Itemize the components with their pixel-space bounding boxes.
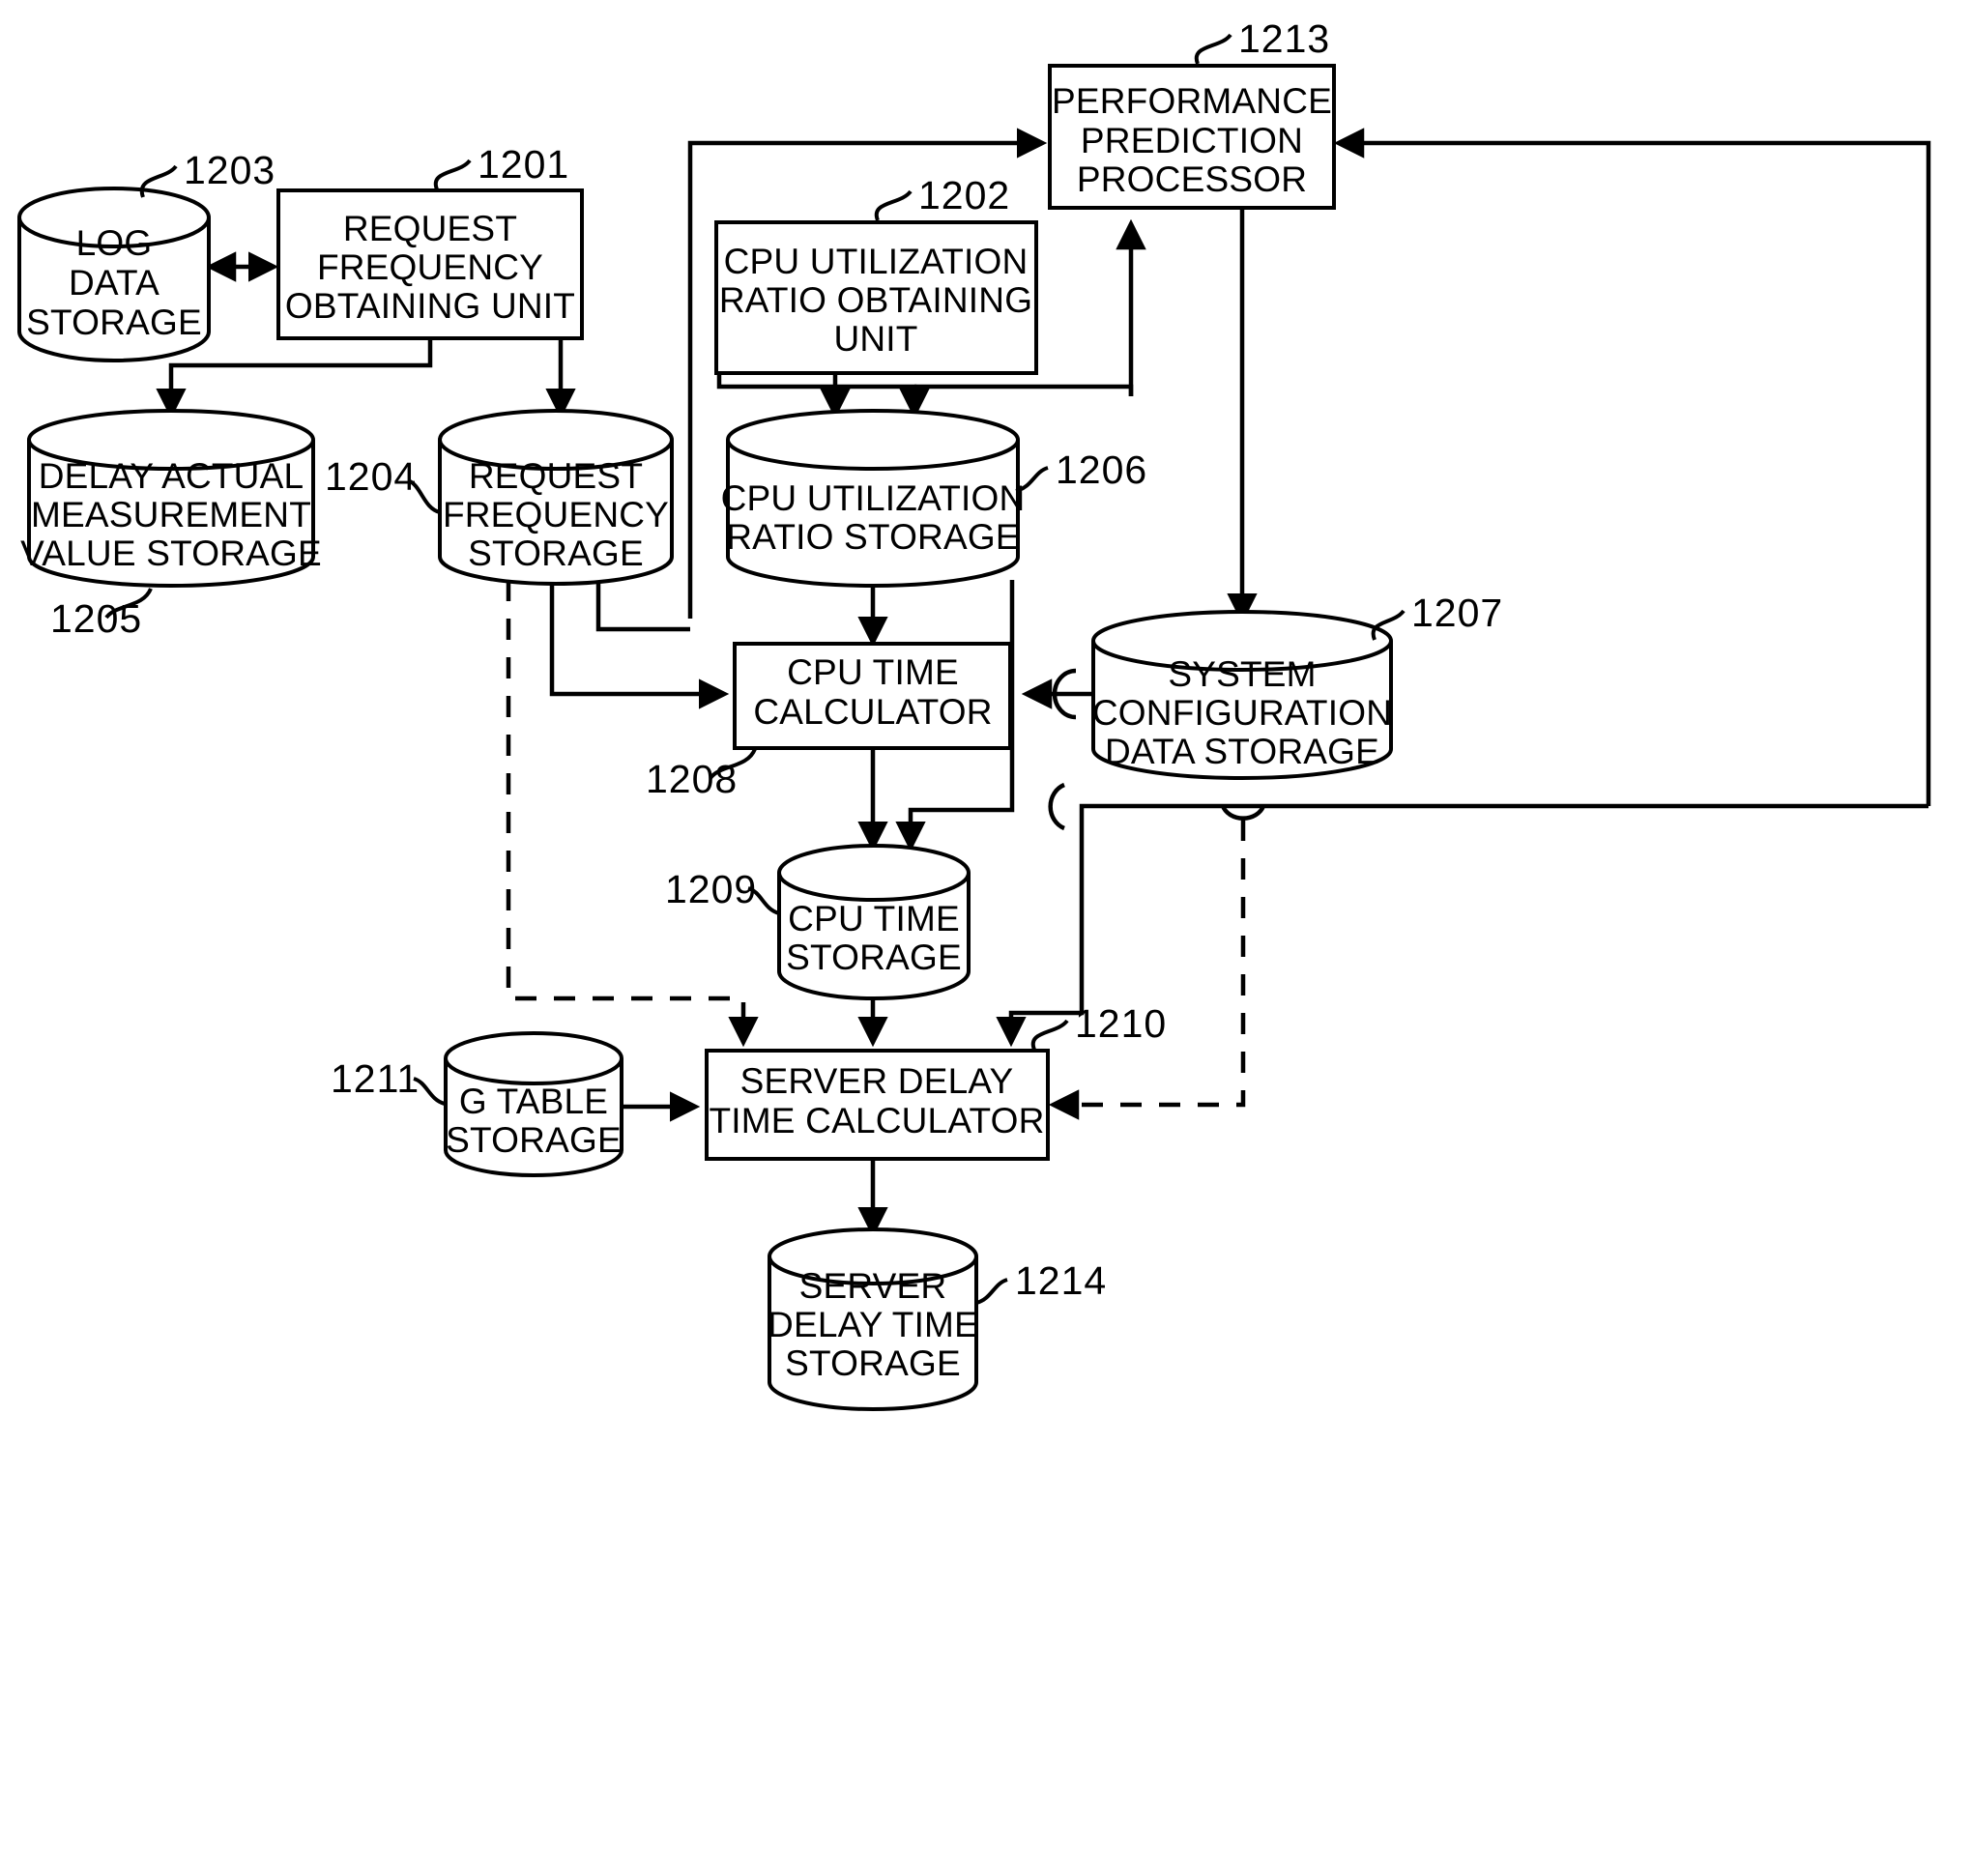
- node-label: CALCULATOR: [753, 692, 992, 732]
- node-label: MEASUREMENT: [31, 495, 311, 534]
- node-label: RATIO STORAGE: [726, 517, 1019, 557]
- connector-request-freq-storage-dashed-to-server-delay: [506, 580, 759, 1048]
- ref-label-1203: 1203: [184, 148, 275, 192]
- node-label: STORAGE: [786, 938, 962, 977]
- node-label: PERFORMANCE: [1052, 81, 1332, 121]
- ref-label-1211: 1211: [331, 1056, 420, 1101]
- node-label: TIME CALCULATOR: [709, 1101, 1044, 1140]
- leader-1203: 1203: [139, 148, 275, 198]
- ref-label-1213: 1213: [1238, 16, 1330, 61]
- ref-label-1201: 1201: [478, 142, 569, 187]
- node-label: SERVER: [799, 1266, 947, 1306]
- leader-1202: 1202: [874, 173, 1010, 221]
- node-label: DATA: [69, 263, 159, 303]
- connector-cpu-util-storage-right-up: [914, 384, 1134, 396]
- node-label: STORAGE: [785, 1343, 961, 1383]
- connector-sysconfig-to-cpu-time-calc: [1021, 668, 1093, 720]
- node-request-frequency-storage[interactable]: REQUEST FREQUENCY STORAGE: [438, 409, 674, 586]
- leader-1204: 1204: [325, 454, 441, 514]
- leader-1206: 1206: [1015, 447, 1147, 493]
- leader-1210: 1210: [1030, 1001, 1167, 1051]
- connector-request-freq-unit-to-storages: [156, 338, 576, 419]
- node-server-delay-time-storage[interactable]: SERVER DELAY TIME STORAGE: [768, 1227, 978, 1411]
- patent-figure: 1201 REQUEST FREQUENCY OBTAINING UNIT --…: [0, 0, 1971, 1876]
- node-log-data-storage[interactable]: LOG DATA STORAGE: [17, 187, 211, 362]
- connector-right-loop-to-perf-processor: [1333, 128, 1931, 806]
- leader-1205: 1205: [50, 588, 153, 641]
- leader-1213: 1213: [1194, 16, 1330, 65]
- node-label: OBTAINING UNIT: [285, 286, 575, 326]
- node-label: RATIO OBTAINING: [719, 280, 1032, 320]
- ref-label-1205: 1205: [50, 596, 142, 641]
- leader-1209: 1209: [665, 867, 780, 915]
- node-request-frequency-obtaining-unit[interactable]: REQUEST FREQUENCY OBTAINING UNIT: [276, 188, 584, 340]
- ref-label-1202: 1202: [918, 173, 1010, 217]
- leader-1208: 1208: [646, 748, 757, 801]
- node-label: STORAGE: [26, 303, 202, 342]
- node-label: FREQUENCY: [317, 247, 543, 287]
- node-cpu-time-calculator[interactable]: CPU TIME CALCULATOR: [733, 642, 1012, 750]
- ref-label-1208: 1208: [646, 757, 738, 801]
- node-label: CPU UTILIZATION: [721, 478, 1026, 518]
- connector-request-freq-storage-to-cpu-time-calc: [549, 580, 730, 709]
- node-cpu-utilization-ratio-storage[interactable]: CPU UTILIZATION RATIO STORAGE: [721, 409, 1026, 588]
- node-label: STORAGE: [468, 534, 644, 573]
- node-label: SYSTEM: [1168, 654, 1316, 694]
- figure-canvas: 1201 REQUEST FREQUENCY OBTAINING UNIT --…: [17, 16, 1931, 1411]
- node-label: LOG: [76, 223, 153, 263]
- ref-label-1206: 1206: [1056, 447, 1147, 492]
- node-label: PREDICTION: [1081, 121, 1303, 160]
- connector-cpu-util-unit-to-cpu-util-storage: [716, 373, 930, 419]
- ref-label-1209: 1209: [665, 867, 757, 911]
- node-cpu-utilization-ratio-obtaining-unit[interactable]: CPU UTILIZATION RATIO OBTAINING UNIT: [714, 220, 1038, 375]
- node-label: FREQUENCY: [443, 495, 669, 534]
- ref-label-1210: 1210: [1075, 1001, 1167, 1046]
- node-label: SERVER DELAY: [740, 1061, 1014, 1101]
- leader-1211: 1211: [331, 1056, 446, 1106]
- leader-1207: 1207: [1371, 591, 1503, 641]
- ref-label-1214: 1214: [1015, 1258, 1107, 1303]
- node-delay-actual-measurement-value-storage[interactable]: DELAY ACTUAL MEASUREMENT VALUE STORAGE: [20, 409, 322, 588]
- node-server-delay-time-calculator[interactable]: SERVER DELAY TIME CALCULATOR: [705, 1049, 1050, 1161]
- node-label: CPU UTILIZATION: [724, 242, 1029, 281]
- node-label: CONFIGURATION: [1092, 693, 1392, 733]
- node-label: DELAY ACTUAL: [39, 456, 304, 496]
- node-system-configuration-data-storage[interactable]: SYSTEM CONFIGURATION DATA STORAGE: [1091, 610, 1393, 780]
- leader-1214: 1214: [975, 1258, 1107, 1305]
- node-label: REQUEST: [343, 209, 517, 248]
- node-cpu-time-storage[interactable]: CPU TIME STORAGE: [777, 844, 971, 1000]
- node-label: REQUEST: [469, 456, 643, 496]
- node-label: DATA STORAGE: [1105, 732, 1379, 771]
- node-label: UNIT: [833, 319, 917, 359]
- node-label: DELAY TIME: [768, 1305, 978, 1344]
- node-label: G TABLE: [459, 1082, 608, 1121]
- connector-request-freq-storage-right-riser: [595, 580, 690, 632]
- node-label: CPU TIME: [787, 652, 959, 692]
- ref-label-1207: 1207: [1411, 591, 1503, 635]
- node-label: CPU TIME: [788, 899, 960, 938]
- node-performance-prediction-processor[interactable]: PERFORMANCE PREDICTION PROCESSOR: [1048, 64, 1336, 210]
- leader-1201: 1201: [433, 142, 569, 190]
- node-g-table-storage[interactable]: G TABLE STORAGE: [444, 1031, 623, 1177]
- ref-label-1204: 1204: [325, 454, 417, 499]
- node-label: STORAGE: [446, 1120, 622, 1160]
- node-label: VALUE STORAGE: [20, 534, 322, 573]
- node-label: PROCESSOR: [1077, 159, 1307, 199]
